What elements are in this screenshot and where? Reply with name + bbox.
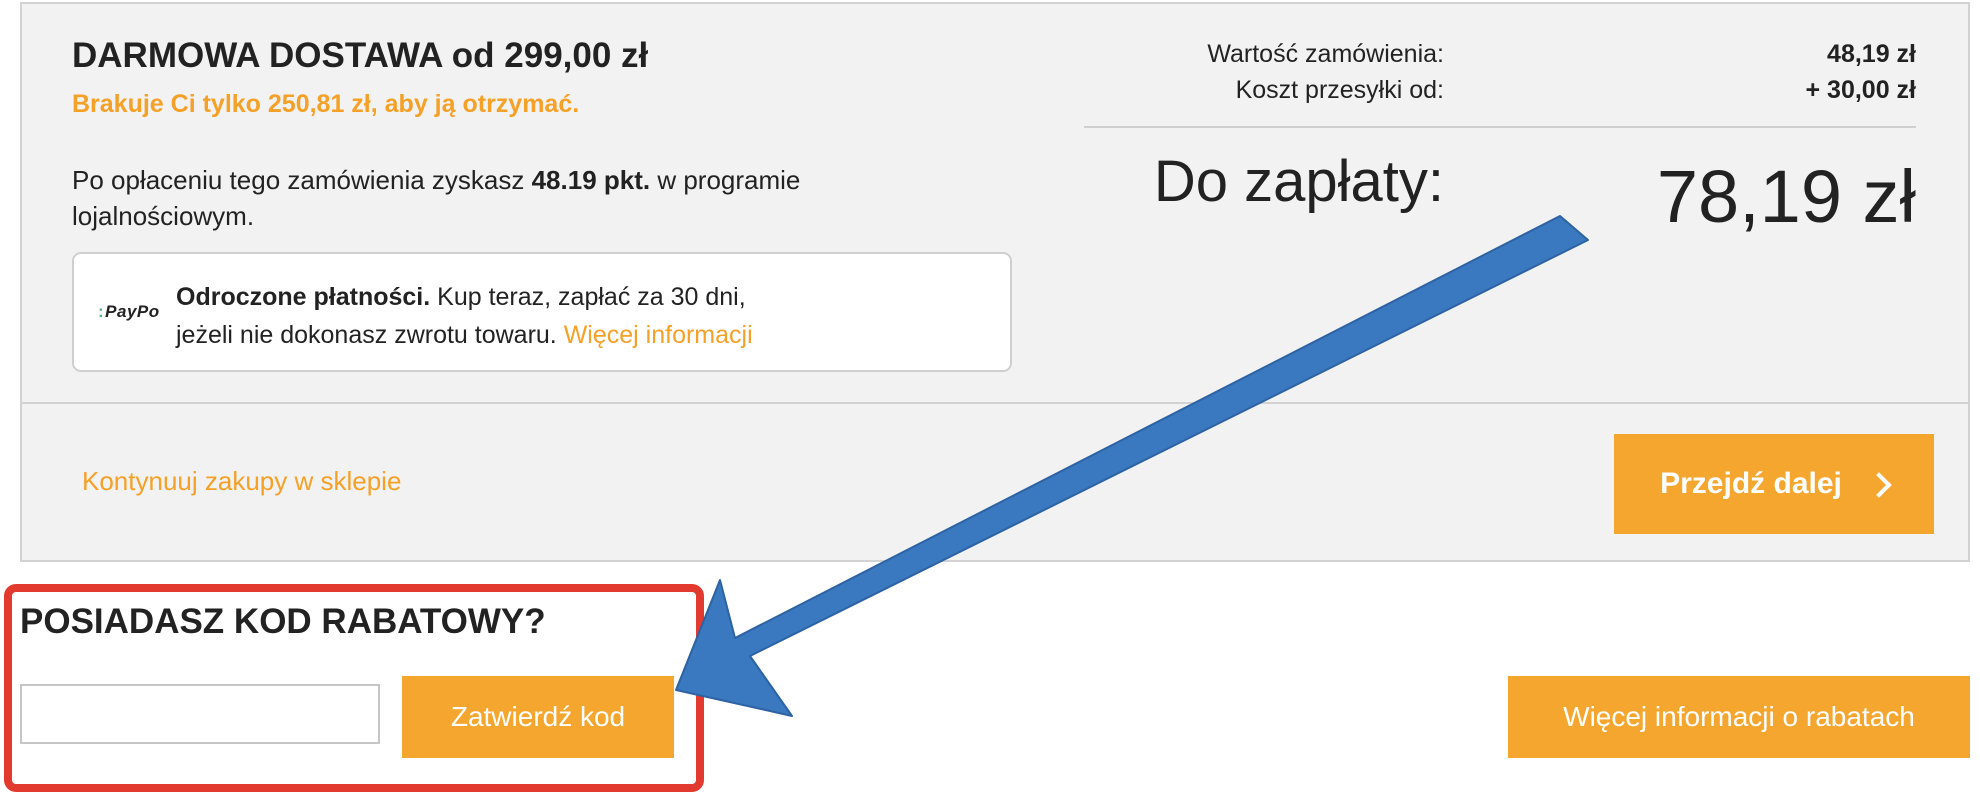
- proceed-button-label: Przejdź dalej: [1660, 467, 1842, 500]
- paypo-text: Odroczone płatności. Kup teraz, zapłać z…: [176, 278, 976, 354]
- apply-code-button[interactable]: Zatwierdź kod: [402, 676, 674, 758]
- summary-divider: [1084, 126, 1916, 128]
- paypo-title: Odroczone płatności.: [176, 283, 431, 311]
- shipping-cost-value: + 30,00 zł: [1805, 76, 1917, 104]
- loyalty-prefix: Po opłaceniu tego zamówienia zyskasz: [72, 165, 532, 195]
- order-value: 48,19 zł: [1827, 40, 1916, 68]
- proceed-button[interactable]: Przejdź dalej: [1614, 434, 1934, 534]
- chevron-right-icon: [1866, 472, 1892, 498]
- paypo-logo-text: PayPo: [105, 302, 160, 321]
- total-value: 78,19 zł: [1656, 155, 1916, 238]
- total-label: Do zapłaty:: [1153, 149, 1444, 214]
- loyalty-points: 48.19 pkt.: [531, 165, 651, 195]
- order-value-label: Wartość zamówienia:: [1207, 40, 1444, 68]
- paypo-dots-icon: :: [98, 302, 105, 321]
- discount-code-title: POSIADASZ KOD RABATOWY?: [20, 602, 546, 641]
- panel-divider: [22, 402, 1968, 404]
- discount-info-button[interactable]: Więcej informacji o rabatach: [1508, 676, 1970, 758]
- loyalty-info: Po opłaceniu tego zamówienia zyskasz 48.…: [72, 162, 932, 234]
- free-delivery-title: DARMOWA DOSTAWA od 299,00 zł: [72, 36, 649, 75]
- paypo-text-line2: jeżeli nie dokonasz zwrotu towaru.: [176, 321, 564, 349]
- paypo-more-info-link[interactable]: Więcej informacji: [564, 321, 753, 349]
- paypo-text-line1: Kup teraz, zapłać za 30 dni,: [430, 283, 746, 311]
- continue-shopping-link[interactable]: Kontynuuj zakupy w sklepie: [82, 466, 401, 497]
- free-delivery-missing-amount: Brakuje Ci tylko 250,81 zł, aby ją otrzy…: [72, 90, 580, 118]
- shipping-cost-label: Koszt przesyłki od:: [1235, 76, 1444, 104]
- order-summary-panel: DARMOWA DOSTAWA od 299,00 zł Brakuje Ci …: [20, 2, 1970, 562]
- paypo-logo: :PayPo: [98, 302, 160, 322]
- paypo-info-box: :PayPo Odroczone płatności. Kup teraz, z…: [72, 252, 1012, 372]
- discount-code-input[interactable]: [20, 684, 380, 744]
